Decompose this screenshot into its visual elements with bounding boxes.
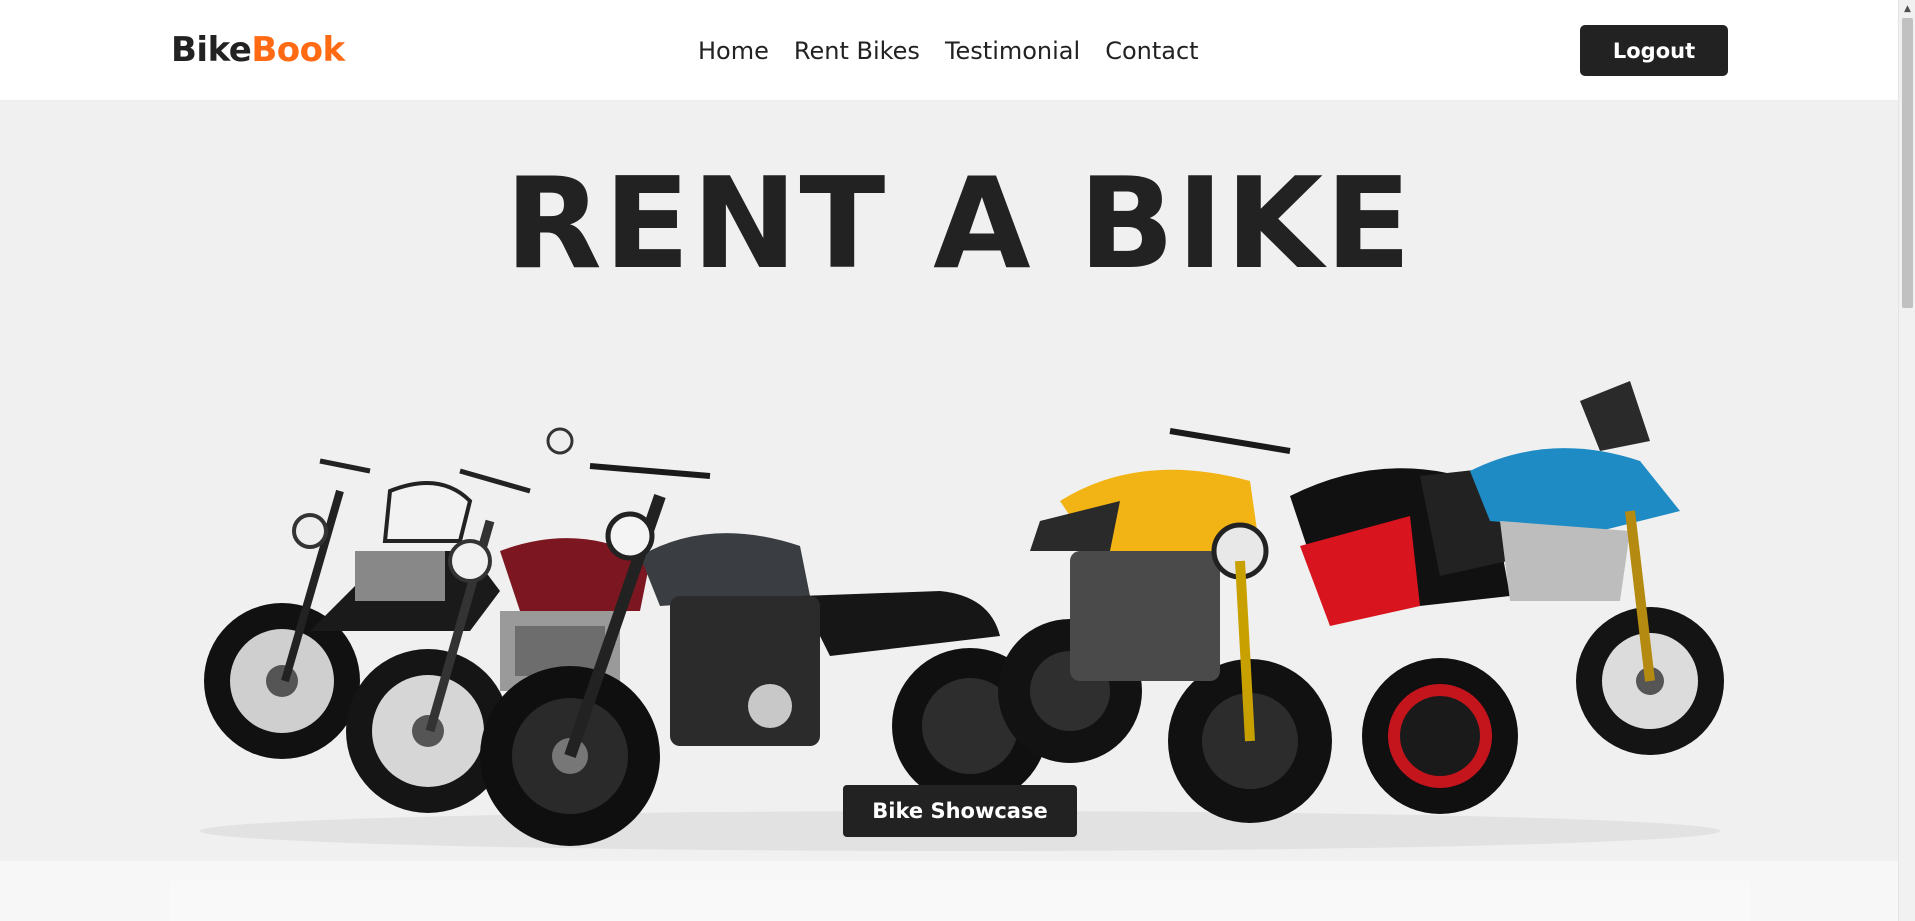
- site-header: BikeBook Home Rent Bikes Testimonial Con…: [0, 0, 1898, 101]
- main-nav: Home Rent Bikes Testimonial Contact: [698, 33, 1199, 69]
- hero-section: RENT A BIKE Bike Showcase: [0, 101, 1898, 861]
- next-section-content: [170, 881, 1750, 921]
- logo-text-bike: Bike: [171, 30, 252, 70]
- nav-contact[interactable]: Contact: [1105, 33, 1198, 69]
- scrollbar-thumb[interactable]: [1902, 18, 1913, 308]
- page-scrollbar[interactable]: ▲: [1898, 0, 1915, 921]
- nav-home[interactable]: Home: [698, 33, 769, 69]
- bike-showcase-button[interactable]: Bike Showcase: [843, 785, 1077, 837]
- logo-text-book: Book: [251, 30, 345, 70]
- scroll-up-arrow-icon[interactable]: ▲: [1899, 0, 1915, 17]
- nav-testimonial[interactable]: Testimonial: [945, 33, 1080, 69]
- brand-logo[interactable]: BikeBook: [171, 29, 345, 71]
- yellow-ducati-bike: [998, 428, 1332, 823]
- next-section: [0, 861, 1898, 921]
- logout-button[interactable]: Logout: [1580, 25, 1728, 76]
- nav-rent-bikes[interactable]: Rent Bikes: [794, 33, 920, 69]
- hero-title: RENT A BIKE: [504, 150, 1414, 297]
